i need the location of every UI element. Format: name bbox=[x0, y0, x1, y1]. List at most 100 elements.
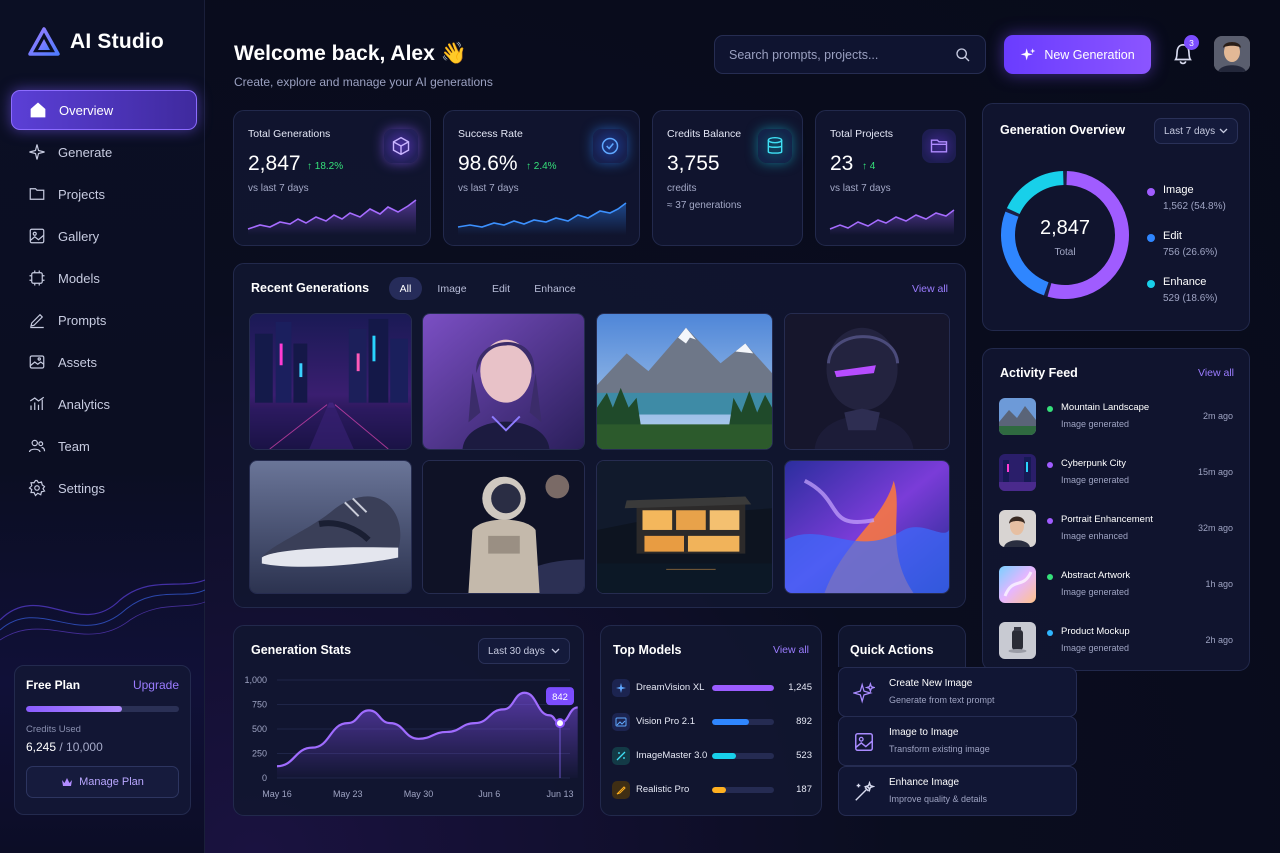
stats-range-value: Last 30 days bbox=[488, 645, 545, 657]
sidebar-item-label: Generate bbox=[58, 144, 113, 160]
generation-thumbnail[interactable] bbox=[784, 460, 950, 594]
stats-range-select[interactable]: Last 30 days bbox=[478, 638, 570, 664]
generation-thumbnail[interactable] bbox=[422, 460, 585, 594]
sidebar-item-assets[interactable]: Assets bbox=[11, 342, 197, 382]
activity-item[interactable]: Abstract Artwork Image generated 1h ago bbox=[999, 564, 1235, 606]
activity-status: Image generated bbox=[1061, 587, 1130, 597]
highlight-point[interactable] bbox=[555, 718, 565, 729]
model-row[interactable]: Vision Pro 2.1 892 bbox=[612, 712, 812, 732]
sidebar: AI Studio Overview Generate Projects Gal… bbox=[0, 0, 205, 853]
generation-thumbnail[interactable] bbox=[249, 460, 412, 594]
activity-status-dot bbox=[1047, 406, 1053, 412]
filter-edit[interactable]: Edit bbox=[486, 277, 516, 300]
filter-enhance[interactable]: Enhance bbox=[530, 277, 580, 300]
search-icon[interactable] bbox=[955, 47, 971, 63]
chevron-down-icon bbox=[551, 648, 560, 654]
stat-change: ↑ 4 bbox=[862, 161, 876, 172]
stat-note: vs last 7 days bbox=[458, 183, 519, 194]
legend-name: Enhance bbox=[1163, 276, 1207, 288]
model-icon bbox=[612, 713, 630, 731]
model-name: ImageMaster 3.0 bbox=[636, 750, 708, 761]
upgrade-link[interactable]: Upgrade bbox=[133, 678, 179, 692]
sidebar-item-projects[interactable]: Projects bbox=[11, 174, 197, 214]
stat-card-total-projects: Total Projects 23 ↑ 4 vs last 7 days bbox=[815, 110, 966, 246]
generation-thumbnail[interactable] bbox=[784, 313, 950, 450]
new-generation-button[interactable]: New Generation bbox=[1004, 35, 1151, 74]
manage-plan-button[interactable]: Manage Plan bbox=[26, 766, 179, 798]
wave-emoji: 👋 bbox=[440, 42, 467, 65]
filter-image[interactable]: Image bbox=[432, 277, 472, 300]
activity-view-all-link[interactable]: View all bbox=[1198, 367, 1234, 379]
legend-dot bbox=[1147, 188, 1155, 196]
activity-thumbnail bbox=[999, 566, 1036, 603]
quick-action-image-to-image[interactable]: Image to Image Transform existing image bbox=[838, 716, 1077, 766]
stat-change: ↑ 18.2% bbox=[307, 161, 344, 172]
app-name: AI Studio bbox=[70, 30, 164, 53]
credits-progress-fill bbox=[26, 706, 122, 712]
y-tick-label: 0 bbox=[262, 773, 267, 783]
generation-thumbnail[interactable] bbox=[596, 313, 773, 450]
sidebar-item-analytics[interactable]: Analytics bbox=[11, 384, 197, 424]
x-tick-label: Jun 13 bbox=[546, 789, 573, 799]
sidebar-item-overview[interactable]: Overview bbox=[11, 90, 197, 130]
magic-wand-icon bbox=[855, 781, 875, 801]
activity-title: Portrait Enhancement bbox=[1061, 514, 1153, 525]
sidebar-item-team[interactable]: Team bbox=[11, 426, 197, 466]
donut-slice-enhance bbox=[1006, 171, 1064, 215]
sidebar-item-prompts[interactable]: Prompts bbox=[11, 300, 197, 340]
y-tick-label: 500 bbox=[252, 724, 267, 734]
sidebar-item-label: Team bbox=[58, 438, 90, 454]
activity-item[interactable]: Portrait Enhancement Image enhanced 32m … bbox=[999, 508, 1235, 550]
avatar-image bbox=[1214, 36, 1250, 72]
model-row[interactable]: DreamVision XL 1,245 bbox=[612, 678, 812, 698]
search-bar bbox=[714, 35, 986, 74]
generation-thumbnail[interactable] bbox=[596, 460, 773, 594]
sidebar-nav: Overview Generate Projects Gallery Model… bbox=[11, 90, 197, 510]
sidebar-item-settings[interactable]: Settings bbox=[11, 468, 197, 508]
sidebar-item-label: Prompts bbox=[58, 312, 107, 328]
model-row[interactable]: ImageMaster 3.0 523 bbox=[612, 746, 812, 766]
activity-item[interactable]: Product Mockup Image generated 2h ago bbox=[999, 620, 1235, 662]
quick-action-create-image[interactable]: Create New Image Generate from text prom… bbox=[838, 667, 1077, 717]
generation-thumbnail[interactable] bbox=[249, 313, 412, 450]
stat-value: 98.6% bbox=[458, 152, 518, 175]
generation-thumbnail[interactable] bbox=[422, 313, 585, 450]
sparkline bbox=[829, 209, 955, 235]
new-generation-label: New Generation bbox=[1044, 47, 1135, 62]
filter-all[interactable]: All bbox=[389, 277, 422, 300]
top-models-title: Top Models bbox=[613, 643, 682, 657]
quick-action-title: Image to Image bbox=[889, 727, 959, 738]
logo[interactable]: AI Studio bbox=[28, 27, 164, 57]
stat-change: ↑ 2.4% bbox=[526, 161, 557, 172]
sidebar-item-generate[interactable]: Generate bbox=[11, 132, 197, 172]
activity-item[interactable]: Mountain Landscape Image generated 2m ag… bbox=[999, 396, 1235, 438]
sparkline bbox=[457, 202, 627, 235]
stat-label: Total Projects bbox=[830, 128, 894, 140]
plan-title: Free Plan bbox=[26, 678, 81, 692]
quick-action-enhance-image[interactable]: Enhance Image Improve quality & details bbox=[838, 766, 1077, 816]
pen-icon bbox=[30, 313, 44, 329]
activity-status: Image generated bbox=[1061, 475, 1130, 485]
avatar[interactable] bbox=[1214, 36, 1250, 72]
model-row[interactable]: Realistic Pro 187 bbox=[612, 780, 812, 800]
activity-thumbnail bbox=[999, 454, 1036, 491]
generation-overview-title: Generation Overview bbox=[1000, 123, 1126, 137]
activity-time: 1h ago bbox=[1205, 579, 1233, 589]
sidebar-item-models[interactable]: Models bbox=[11, 258, 197, 298]
search-input[interactable] bbox=[729, 47, 939, 62]
credits-used: 6,245 bbox=[26, 740, 57, 754]
stat-card-total-generations: Total Generations 2,847 ↑ 18.2% vs last … bbox=[233, 110, 431, 246]
recent-view-all-link[interactable]: View all bbox=[912, 283, 948, 295]
overview-range-select[interactable]: Last 7 days bbox=[1154, 118, 1238, 144]
page-title: Welcome back, Alex 👋 bbox=[234, 42, 467, 66]
models-view-all-link[interactable]: View all bbox=[773, 644, 809, 656]
photo-icon bbox=[29, 355, 45, 369]
folder-icon bbox=[29, 188, 45, 200]
activity-item[interactable]: Cyberpunk City Image generated 15m ago bbox=[999, 452, 1235, 494]
quick-action-title: Enhance Image bbox=[889, 777, 960, 788]
model-bar-fill bbox=[712, 685, 774, 691]
model-name: Realistic Pro bbox=[636, 784, 690, 795]
sparkline bbox=[247, 199, 417, 235]
sidebar-item-gallery[interactable]: Gallery bbox=[11, 216, 197, 256]
y-tick-label: 750 bbox=[252, 700, 267, 710]
